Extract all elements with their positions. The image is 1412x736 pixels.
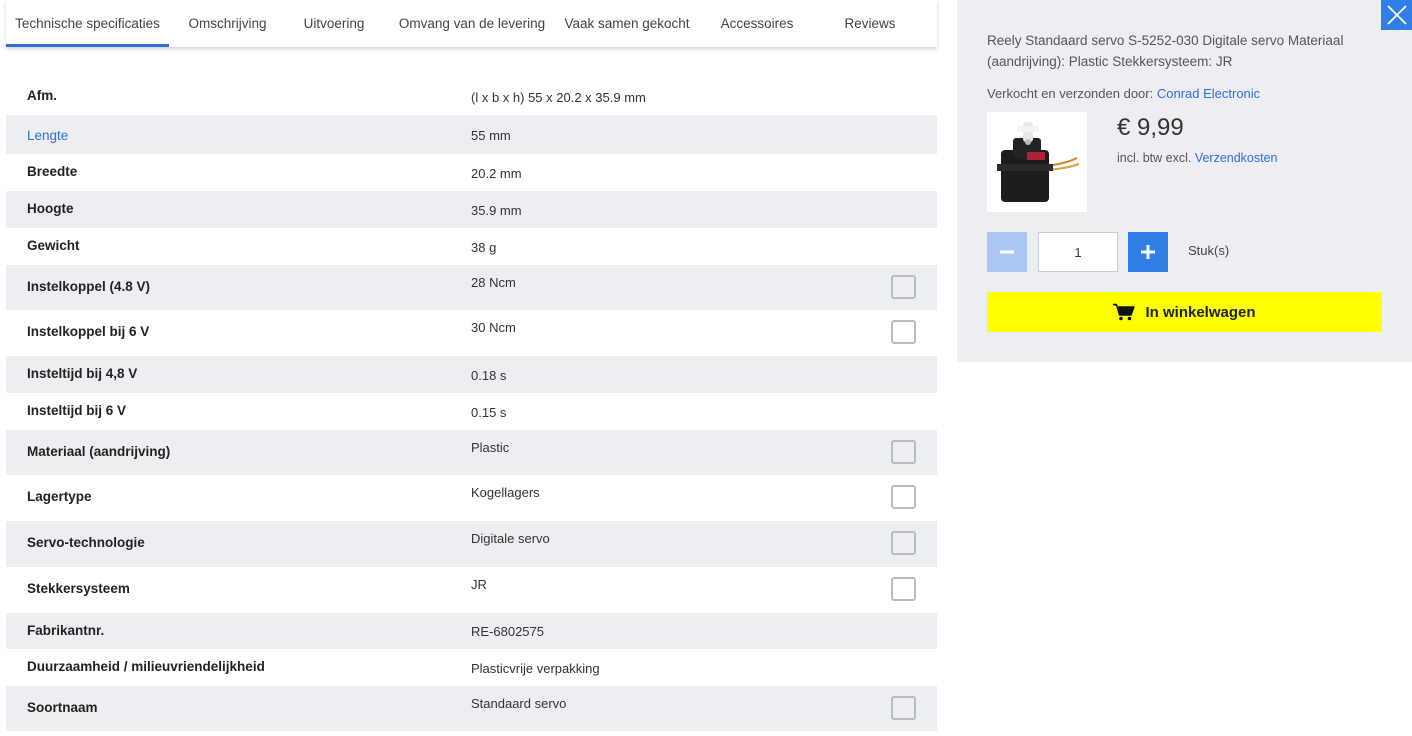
spec-row: Materiaal (aandrijving) Plastic	[6, 430, 937, 475]
spec-row: Soortnaam Standaard servo	[6, 686, 937, 731]
seller-link[interactable]: Conrad Electronic	[1157, 86, 1260, 101]
spec-value: Plasticvrije verpakking	[471, 661, 600, 676]
tax-info: incl. btw excl. Verzendkosten	[1117, 151, 1278, 165]
quantity-decrease-button[interactable]	[987, 232, 1027, 272]
servo-image	[987, 112, 1087, 212]
compare-checkbox[interactable]	[891, 440, 916, 464]
compare-checkbox[interactable]	[891, 531, 916, 555]
plus-icon	[1141, 245, 1155, 259]
spec-label: Soortnaam	[27, 700, 98, 715]
spec-row: Instelkoppel (4.8 V) 28 Ncm	[6, 265, 937, 310]
spec-label: Stekkersysteem	[27, 581, 130, 596]
spec-label-link[interactable]: Lengte	[27, 128, 68, 143]
spec-label: Gewicht	[27, 238, 80, 253]
add-to-cart-button[interactable]: In winkelwagen	[987, 292, 1382, 332]
spec-row: Servo-technologie Digitale servo	[6, 521, 937, 567]
spec-row: Stekkersysteem JR	[6, 567, 937, 613]
tax-prefix: incl. btw excl.	[1117, 151, 1195, 165]
spec-row: Afm. (l x b x h) 55 x 20.2 x 35.9 mm	[6, 78, 937, 115]
tab-reviews[interactable]: Reviews	[822, 0, 918, 47]
spec-row: Instelkoppel bij 6 V 30 Ncm	[6, 310, 937, 356]
compare-checkbox[interactable]	[891, 696, 916, 720]
tab-omvang-van-de-levering[interactable]: Omvang van de levering	[382, 0, 562, 47]
product-price: € 9,99	[1117, 114, 1184, 141]
spec-value: (l x b x h) 55 x 20.2 x 35.9 mm	[471, 90, 646, 105]
spec-label: Materiaal (aandrijving)	[27, 444, 171, 459]
spec-value: JR	[471, 577, 487, 592]
spec-tabs: Technische specificaties Omschrijving Ui…	[6, 0, 937, 47]
product-image	[987, 112, 1087, 212]
quantity-input[interactable]	[1038, 232, 1118, 272]
cart-icon	[1113, 303, 1136, 321]
spec-value: Standaard servo	[471, 696, 567, 711]
spec-row: Duurzaamheid / milieuvriendelijkheid Pla…	[6, 649, 937, 686]
spec-value: 38 g	[471, 240, 497, 255]
spec-value: Plastic	[471, 440, 510, 455]
tab-accessoires[interactable]: Accessoires	[692, 0, 822, 47]
spec-label: Hoogte	[27, 201, 74, 216]
spec-label: Insteltijd bij 4,8 V	[27, 366, 138, 381]
compare-checkbox[interactable]	[891, 275, 916, 299]
spec-value: RE-6802575	[471, 624, 544, 639]
spec-row: Lagertype Kogellagers	[6, 475, 937, 521]
spec-value: 0.15 s	[471, 405, 507, 420]
spec-label: Breedte	[27, 164, 78, 179]
spec-value: 20.2 mm	[471, 166, 522, 181]
spec-value: Kogellagers	[471, 485, 540, 500]
tab-technische-specificaties[interactable]: Technische specificaties	[6, 0, 169, 47]
spec-label: Instelkoppel bij 6 V	[27, 324, 150, 339]
tab-omschrijving[interactable]: Omschrijving	[169, 0, 286, 47]
spec-value: 30 Ncm	[471, 320, 516, 335]
tab-uitvoering[interactable]: Uitvoering	[286, 0, 382, 47]
product-description: Reely Standaard servo S-5252-030 Digital…	[987, 33, 1344, 69]
close-button[interactable]	[1381, 0, 1412, 30]
seller-info: Verkocht en verzonden door: Conrad Elect…	[987, 86, 1260, 101]
quantity-unit: Stuk(s)	[1188, 243, 1230, 258]
add-to-cart-label: In winkelwagen	[1145, 303, 1256, 321]
spec-row: Lengte 55 mm	[6, 115, 937, 154]
spec-table: Afm. (l x b x h) 55 x 20.2 x 35.9 mm Len…	[6, 78, 937, 731]
spec-value: 55 mm	[471, 128, 511, 143]
compare-checkbox[interactable]	[891, 485, 916, 509]
compare-checkbox[interactable]	[891, 320, 916, 344]
spec-row: Insteltijd bij 4,8 V 0.18 s	[6, 356, 937, 393]
spec-label: Servo-technologie	[27, 535, 145, 550]
spec-label: Lagertype	[27, 489, 92, 504]
shipping-link[interactable]: Verzendkosten	[1195, 151, 1278, 165]
spec-value: 28 Ncm	[471, 275, 516, 290]
spec-label: Insteltijd bij 6 V	[27, 403, 127, 418]
spec-label: Fabrikantnr.	[27, 623, 105, 638]
spec-row: Hoogte 35.9 mm	[6, 191, 937, 228]
spec-label: Instelkoppel (4.8 V)	[27, 279, 151, 294]
spec-row: Insteltijd bij 6 V 0.15 s	[6, 393, 937, 430]
close-icon	[1386, 5, 1407, 25]
spec-row: Gewicht 38 g	[6, 228, 937, 265]
seller-prefix: Verkocht en verzonden door:	[987, 86, 1157, 101]
quantity-increase-button[interactable]	[1128, 232, 1168, 272]
compare-checkbox[interactable]	[891, 577, 916, 601]
spec-label: Duurzaamheid / milieuvriendelijkheid	[27, 659, 265, 674]
tab-vaak-samen-gekocht[interactable]: Vaak samen gekocht	[562, 0, 692, 47]
minus-icon	[1000, 250, 1014, 254]
spec-value: Digitale servo	[471, 531, 550, 546]
spec-row: Fabrikantnr. RE-6802575	[6, 613, 937, 649]
spec-row: Breedte 20.2 mm	[6, 154, 937, 191]
spec-label: Afm.	[27, 88, 57, 103]
spec-value: 0.18 s	[471, 368, 507, 383]
spec-value: 35.9 mm	[471, 203, 522, 218]
